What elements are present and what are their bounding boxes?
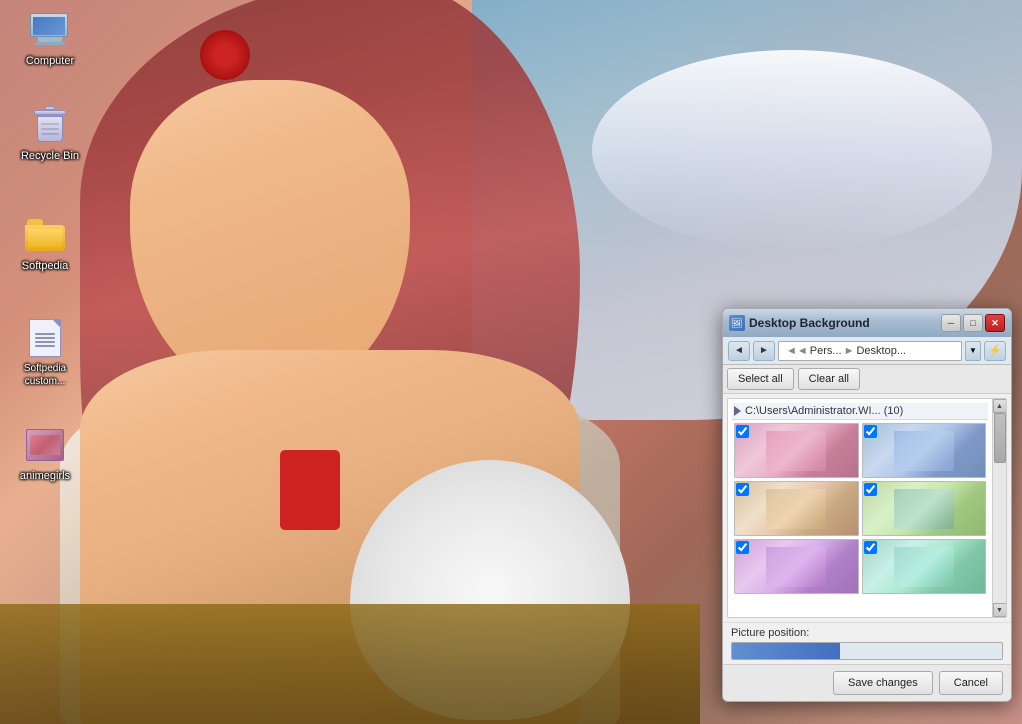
thumbnail-image-4 [862,481,987,536]
folder-triangle-icon [734,406,741,416]
thumbnail-checkbox-4[interactable] [864,483,877,496]
folder-group: C:\Users\Administrator.WI... (10) [732,403,988,597]
dialog-content-area: C:\Users\Administrator.WI... (10) [727,398,1007,618]
recycle-icon-label: Recycle Bin [21,149,79,163]
thumbnail-item-4[interactable] [862,481,987,536]
desktop-icon-softpedia-custom[interactable]: Softpedia custom... [5,318,85,388]
scroll-up-arrow[interactable]: ▲ [993,399,1007,413]
path-separator-1: ◄◄ [786,345,808,357]
scroll-thumb[interactable] [994,413,1006,463]
sky-clouds [592,50,992,250]
dialog-title-text: Desktop Background [749,316,870,330]
thumbnails-grid [732,420,988,597]
nav-path-display: ◄◄ Pers... ► Desktop... [778,341,962,361]
thumbnail-checkbox-5[interactable] [736,541,749,554]
thumbnail-checkbox-3[interactable] [736,483,749,496]
thumbnail-item-5[interactable] [734,539,859,594]
softpedia-icon-label: Softpedia [22,259,68,273]
thumbnail-checkbox-1[interactable] [736,425,749,438]
thumbnail-image-6 [862,539,987,594]
character-flower [200,30,250,80]
computer-icon-label: Computer [26,54,74,68]
select-all-button[interactable]: Select all [727,368,794,390]
picture-position-section: Picture position: [723,622,1011,664]
softpedia-custom-icon-label: Softpedia custom... [5,362,85,388]
desktop-icon-animegirls[interactable]: animegirls [5,425,85,483]
scroll-down-arrow[interactable]: ▼ [993,603,1007,617]
softpedia-icon-image [25,215,65,255]
thumbnail-image-2 [862,423,987,478]
floor-decoration [0,604,700,724]
animegirls-icon-image [25,425,65,465]
path-separator-2: ► [844,345,855,357]
scroll-track[interactable] [993,413,1007,603]
clear-all-button[interactable]: Clear all [798,368,860,390]
desktop-icon-softpedia[interactable]: Softpedia [5,215,85,273]
desktop-background-dialog: 🖼 Desktop Background ─ □ ✕ ◄ ► ◄◄ Pers..… [722,308,1012,702]
picture-position-label: Picture position: [731,627,1003,639]
dialog-icon: 🖼 [729,315,745,331]
save-changes-button[interactable]: Save changes [833,671,933,695]
folder-path-label: C:\Users\Administrator.WI... (10) [745,405,903,417]
dialog-window-controls: ─ □ ✕ [941,314,1005,332]
thumbnail-item-6[interactable] [862,539,987,594]
nav-dropdown-button[interactable]: ▼ [965,341,981,361]
thumbnail-checkbox-6[interactable] [864,541,877,554]
recycle-icon-image [30,105,70,145]
dialog-navigation-bar: ◄ ► ◄◄ Pers... ► Desktop... ▼ ⚡ [723,337,1011,365]
computer-icon-image [30,10,70,50]
dialog-title-left: 🖼 Desktop Background [729,315,870,331]
select-clear-toolbar: Select all Clear all [723,365,1011,394]
thumbnail-image-5 [734,539,859,594]
thumbnails-container: C:\Users\Administrator.WI... (10) [728,399,992,617]
thumbnail-item-3[interactable] [734,481,859,536]
nav-forward-button[interactable]: ► [753,341,775,361]
desktop-icon-computer[interactable]: Computer [10,10,90,68]
desktop: SOF Computer Recycle Bin [0,0,1022,724]
close-button[interactable]: ✕ [985,314,1005,332]
position-slider-fill [732,643,840,659]
position-slider-track[interactable] [731,642,1003,660]
thumbnail-item-2[interactable] [862,423,987,478]
minimize-button[interactable]: ─ [941,314,961,332]
thumbnail-checkbox-2[interactable] [864,425,877,438]
nav-back-button[interactable]: ◄ [728,341,750,361]
thumbnail-image-3 [734,481,859,536]
desktop-icon-recycle[interactable]: Recycle Bin [10,105,90,163]
maximize-button[interactable]: □ [963,314,983,332]
softpedia-custom-icon-image [25,318,65,358]
animegirls-icon-label: animegirls [20,469,70,483]
animegirls-thumb [26,429,64,461]
path-part-2: Desktop... [856,345,906,357]
cancel-button[interactable]: Cancel [939,671,1003,695]
dialog-footer: Save changes Cancel [723,664,1011,701]
folder-header: C:\Users\Administrator.WI... (10) [732,403,988,420]
nav-refresh-button[interactable]: ⚡ [984,341,1006,361]
dialog-titlebar: 🖼 Desktop Background ─ □ ✕ [723,309,1011,337]
content-scrollbar: ▲ ▼ [992,399,1006,617]
character-ribbon [280,450,340,530]
path-part-1: Pers... [810,345,842,357]
thumbnail-image-1 [734,423,859,478]
thumbnail-item-1[interactable] [734,423,859,478]
